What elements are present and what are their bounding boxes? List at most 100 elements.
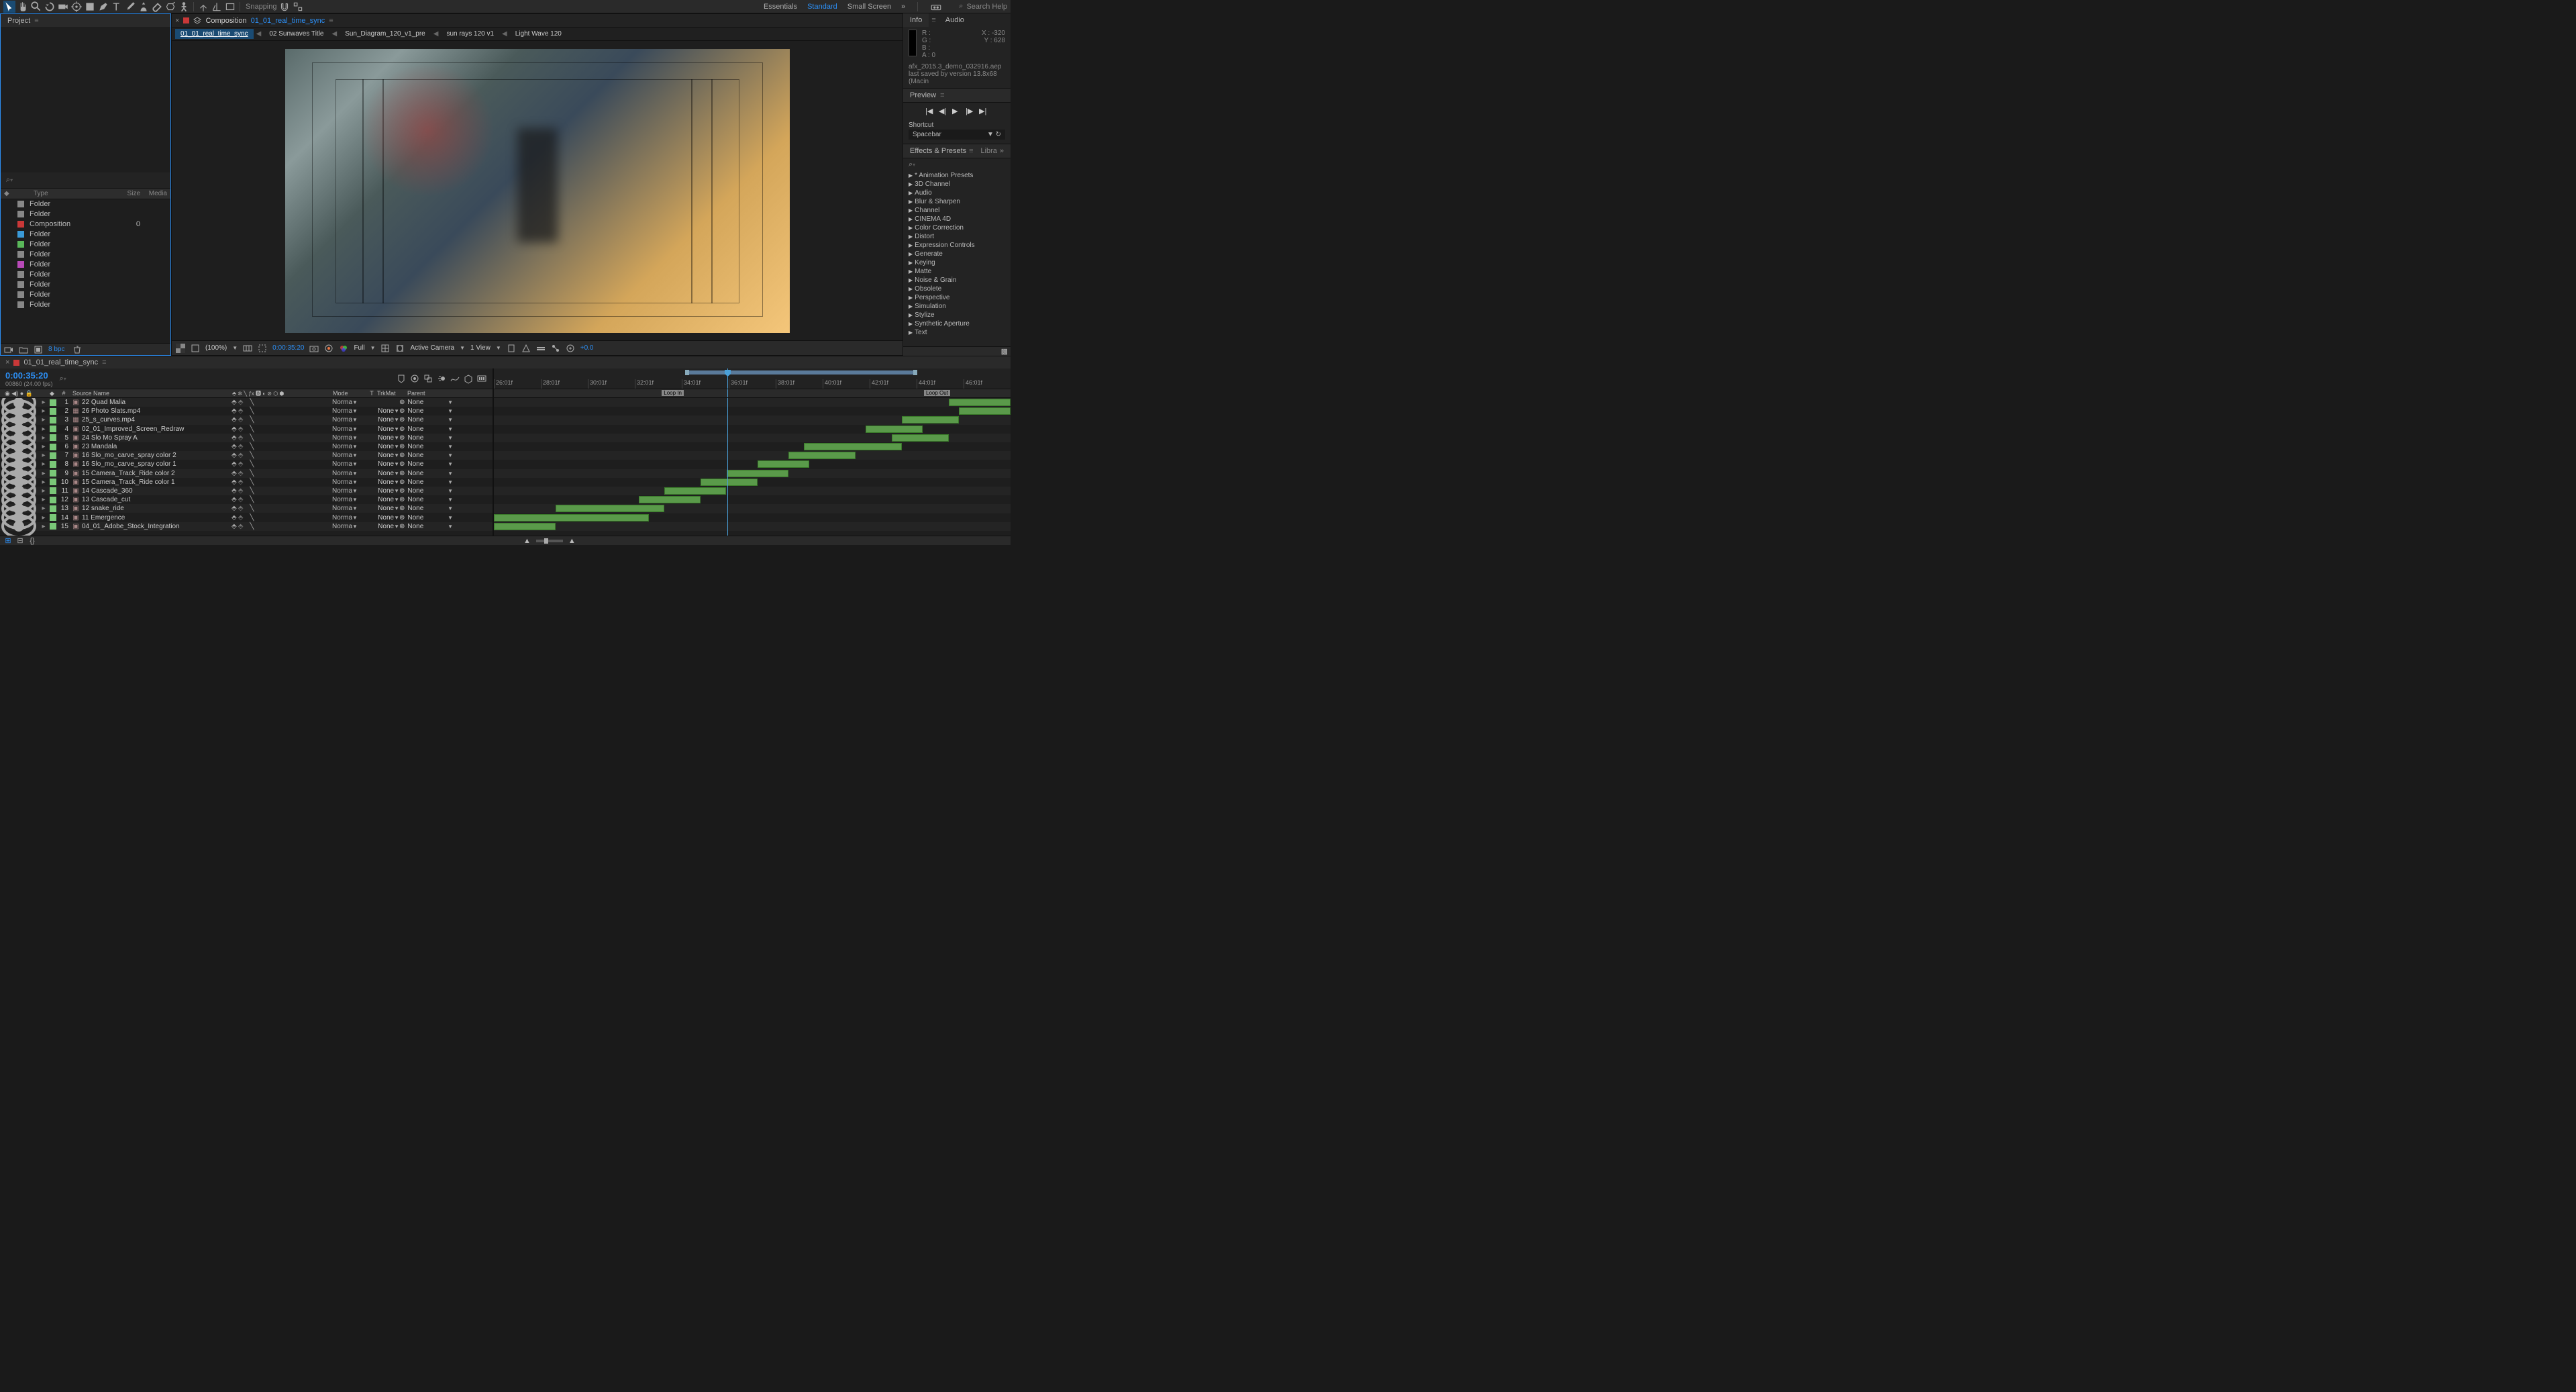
view-layout[interactable]: 1 View	[470, 344, 491, 352]
layer-clip[interactable]	[727, 470, 788, 477]
axis-view[interactable]	[224, 1, 236, 13]
workspace-overflow[interactable]: »	[901, 3, 905, 11]
layer-clip[interactable]	[556, 505, 664, 512]
axis-world[interactable]	[211, 1, 223, 13]
layer-row[interactable]: ▸ 10 ▣ 15 Camera_Track_Ride color 1 ⬘⬘╲ …	[0, 478, 493, 487]
exposure-value[interactable]: +0.0	[580, 344, 594, 352]
layer-row[interactable]: ▸ 5 ▣ 24 Slo Mo Spray A ⬘⬘╲ Norma▼ None▼…	[0, 434, 493, 442]
panel-overflow-icon[interactable]: »	[1000, 147, 1004, 155]
reset-exposure-icon[interactable]	[566, 344, 575, 353]
puppet-tool[interactable]	[178, 1, 190, 13]
project-item[interactable]: Folder	[1, 270, 170, 280]
snapshot-icon[interactable]	[309, 344, 319, 353]
layer-row[interactable]: ▸ 3 ▦ 25_s_curves.mp4 ⬘⬘╲ Norma▼ None▼ ⊚…	[0, 415, 493, 424]
alpha-icon[interactable]	[176, 344, 185, 353]
preview-tab[interactable]: Preview≡	[903, 89, 1011, 103]
project-tab[interactable]: Project≡	[1, 14, 170, 28]
timeline-tab[interactable]: × 01_01_real_time_sync ≡	[0, 356, 1011, 368]
clone-tool[interactable]	[138, 1, 150, 13]
project-item[interactable]: Folder	[1, 199, 170, 209]
axis-local[interactable]	[197, 1, 209, 13]
col-type[interactable]: Type	[34, 190, 100, 197]
zoom-slider[interactable]	[536, 540, 563, 542]
loop-in-marker[interactable]: Loop In	[662, 390, 684, 396]
effect-category[interactable]: ▶Matte	[903, 267, 1011, 276]
snap-toggle-icon[interactable]	[278, 1, 291, 13]
interpret-icon[interactable]	[4, 345, 13, 354]
current-timecode[interactable]: 0:00:35:20	[5, 370, 53, 381]
layer-row[interactable]: ▸ 12 ▣ 13 Cascade_cut ⬘⬘╲ Norma▼ None▼ ⊚…	[0, 495, 493, 504]
zoom-in-icon[interactable]: ▲	[568, 537, 576, 545]
shortcut-dropdown[interactable]: Spacebar▼ ↻	[909, 130, 1005, 140]
trash-icon[interactable]	[72, 345, 82, 354]
layer-row[interactable]: ▸ 9 ▣ 15 Camera_Track_Ride color 2 ⬘⬘╲ N…	[0, 469, 493, 478]
toggle-modes-icon[interactable]: ⊟	[16, 537, 24, 545]
col-source[interactable]: Source Name	[71, 390, 232, 397]
effect-category[interactable]: ▶Distort	[903, 232, 1011, 241]
close-tab-icon[interactable]: ×	[175, 17, 179, 25]
layer-row[interactable]: ▸ 8 ▣ 16 Slo_mo_carve_spray color 1 ⬘⬘╲ …	[0, 460, 493, 468]
layer-clip[interactable]	[788, 452, 856, 459]
effect-category[interactable]: ▶Simulation	[903, 302, 1011, 311]
close-timeline-icon[interactable]: ×	[5, 358, 9, 366]
draft-3d-icon[interactable]	[463, 373, 474, 384]
workspace-standard[interactable]: Standard	[807, 3, 837, 11]
flowchart-item[interactable]: 01_01_real_time_sync	[175, 29, 254, 39]
frame-blend-icon[interactable]	[423, 373, 433, 384]
effect-category[interactable]: ▶3D Channel	[903, 180, 1011, 189]
layer-clip[interactable]	[949, 399, 1011, 406]
col-media[interactable]: Media	[140, 190, 167, 197]
layer-row[interactable]: ▸ 15 ▣ 04_01_Adobe_Stock_Integration ⬘⬘╲…	[0, 522, 493, 531]
layer-clip[interactable]	[701, 479, 758, 486]
layer-row[interactable]: ▸ 14 ▣ 11 Emergence ⬘⬘╲ Norma▼ None▼ ⊚No…	[0, 513, 493, 521]
hand-tool[interactable]	[17, 1, 29, 13]
layer-row[interactable]: ▸ 11 ▣ 14 Cascade_360 ⬘⬘╲ Norma▼ None▼ ⊚…	[0, 487, 493, 495]
color-mgmt-icon[interactable]	[339, 344, 348, 353]
layer-row[interactable]: ▸ 1 ▣ 22 Quad Malia ⬘⬘╲ Norma▼ ⊚None▼	[0, 398, 493, 407]
type-tool[interactable]: T	[111, 1, 123, 13]
new-bin-icon[interactable]: ▩	[903, 346, 1011, 356]
render-icon[interactable]	[476, 373, 487, 384]
layer-clip[interactable]	[639, 496, 701, 503]
project-item[interactable]: Folder	[1, 280, 170, 290]
play-icon[interactable]: ▶	[952, 107, 962, 116]
help-search[interactable]: ⌕ Search Help	[959, 2, 1007, 11]
col-parent[interactable]: Parent	[407, 390, 448, 397]
col-trkmat[interactable]: TrkMat	[377, 390, 407, 397]
folder-icon[interactable]	[19, 345, 28, 354]
layer-row[interactable]: ▸ 2 ▦ 26 Photo Slats.mp4 ⬘⬘╲ Norma▼ None…	[0, 407, 493, 415]
camera-menu[interactable]: Active Camera	[410, 344, 454, 352]
shape-tool[interactable]	[84, 1, 96, 13]
effect-category[interactable]: ▶Perspective	[903, 293, 1011, 302]
channel-icon[interactable]	[191, 344, 200, 353]
comp-name[interactable]: 01_01_real_time_sync	[251, 17, 325, 25]
layer-bars[interactable]	[493, 398, 1011, 536]
effect-category[interactable]: ▶Keying	[903, 258, 1011, 267]
new-comp-icon[interactable]	[34, 345, 43, 354]
eraser-tool[interactable]	[151, 1, 163, 13]
col-t[interactable]: T	[366, 390, 377, 397]
resolution-toggle-icon[interactable]	[243, 344, 252, 353]
effect-category[interactable]: ▶Noise & Grain	[903, 276, 1011, 285]
toggle-switches-icon[interactable]: ⊞	[4, 537, 12, 545]
transparency-grid-icon[interactable]	[380, 344, 390, 353]
mask-icon[interactable]	[395, 344, 405, 353]
layer-clip[interactable]	[959, 407, 1011, 415]
project-item[interactable]: Folder	[1, 240, 170, 250]
comp-markers-icon[interactable]	[396, 373, 407, 384]
layer-clip[interactable]	[494, 523, 556, 530]
shy-icon[interactable]	[409, 373, 420, 384]
effect-category[interactable]: ▶Audio	[903, 189, 1011, 197]
layer-clip[interactable]	[758, 460, 809, 468]
layer-clip[interactable]	[664, 487, 726, 495]
effect-category[interactable]: ▶Channel	[903, 206, 1011, 215]
project-item[interactable]: Folder	[1, 250, 170, 260]
effect-category[interactable]: ▶Blur & Sharpen	[903, 197, 1011, 206]
pen-tool[interactable]	[97, 1, 109, 13]
project-item[interactable]: Composition0	[1, 219, 170, 230]
timeline-search[interactable]: ⌕▾	[60, 375, 66, 383]
selection-tool[interactable]	[3, 1, 15, 13]
effect-category[interactable]: ▶Synthetic Aperture	[903, 319, 1011, 328]
project-item[interactable]: Folder	[1, 290, 170, 300]
flowchart-item[interactable]: 02 Sunwaves Title	[264, 29, 329, 39]
